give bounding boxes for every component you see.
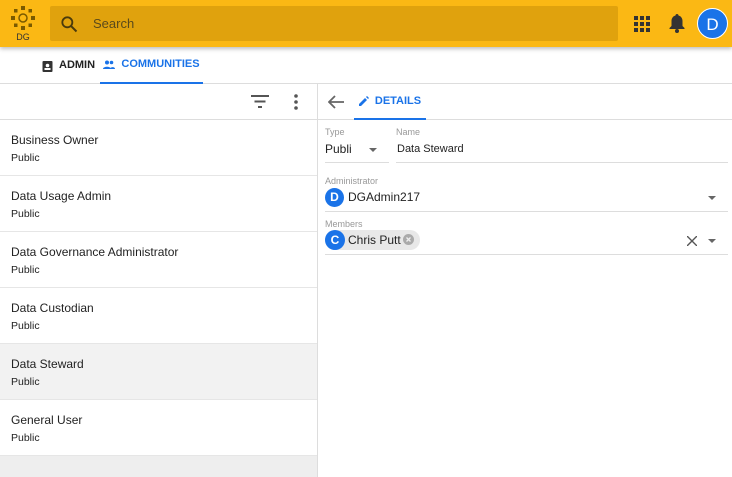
search-input[interactable]: Search <box>50 6 618 41</box>
name-input[interactable]: Data Steward <box>397 143 464 155</box>
chevron-down-icon[interactable] <box>708 196 716 200</box>
remove-chip-icon[interactable] <box>403 234 414 245</box>
item-title: Business Owner <box>11 133 99 147</box>
tab-label: ADMIN <box>59 59 96 71</box>
tab-label: DETAILS <box>374 95 422 107</box>
type-label: Type <box>325 127 345 137</box>
search-icon <box>61 16 78 33</box>
divider <box>325 254 728 255</box>
apps-grid-icon[interactable] <box>633 15 650 32</box>
list-item-selected[interactable]: Data Steward Public <box>0 344 317 400</box>
item-subtitle: Public <box>11 264 40 276</box>
administrator-select[interactable]: DGAdmin217 <box>348 190 420 204</box>
filter-icon[interactable] <box>251 95 269 108</box>
network-icon <box>11 6 35 30</box>
tab-bar: ADMIN COMMUNITIES <box>0 47 732 84</box>
item-subtitle: Public <box>11 208 40 220</box>
item-title: Data Custodian <box>11 301 94 315</box>
list-item[interactable]: Data Governance Administrator Public <box>0 232 317 288</box>
communities-panel: Business Owner Public Data Usage Admin Pub… <box>0 84 318 477</box>
list-toolbar <box>0 84 317 120</box>
badge-icon <box>42 60 53 72</box>
members-label: Members <box>325 219 363 229</box>
item-subtitle: Public <box>11 320 40 332</box>
item-subtitle: Public <box>11 432 40 444</box>
list-item[interactable]: Data Usage Admin Public <box>0 176 317 232</box>
item-title: Data Usage Admin <box>11 189 112 203</box>
more-vert-icon[interactable] <box>294 94 298 110</box>
name-label: Name <box>396 127 421 137</box>
divider <box>325 211 728 212</box>
member-name: Chris Putt <box>348 233 401 247</box>
details-toolbar: DETAILS <box>318 84 732 120</box>
list-item[interactable]: Data Custodian Public <box>0 288 317 344</box>
administrator-label: Administrator <box>325 176 379 186</box>
back-arrow-icon[interactable] <box>328 95 344 109</box>
item-subtitle: Public <box>11 376 40 388</box>
divider <box>396 162 728 163</box>
tab-communities[interactable]: COMMUNITIES <box>100 47 203 84</box>
chevron-down-icon[interactable] <box>708 239 716 243</box>
logo-text: DG <box>16 32 30 42</box>
bell-icon[interactable] <box>668 13 686 33</box>
chevron-down-icon[interactable] <box>369 148 377 152</box>
list-item[interactable]: General User Public <box>0 400 317 456</box>
type-select[interactable]: Publi <box>325 142 353 156</box>
tab-details[interactable]: DETAILS <box>354 84 426 120</box>
member-avatar: C <box>325 230 345 250</box>
dg-logo[interactable]: DG <box>8 5 38 43</box>
divider <box>325 162 389 163</box>
list-item[interactable]: Business Owner Public <box>0 120 317 176</box>
item-title: Data Steward <box>11 357 84 371</box>
item-subtitle: Public <box>11 152 40 164</box>
item-title: General User <box>11 413 83 427</box>
item-title: Data Governance Administrator <box>11 245 179 259</box>
people-icon <box>103 60 116 69</box>
user-avatar[interactable]: D <box>697 8 728 39</box>
member-chip: C Chris Putt <box>325 230 420 250</box>
tab-label: COMMUNITIES <box>121 58 200 70</box>
clear-icon[interactable] <box>687 236 697 246</box>
admin-avatar: D <box>325 188 344 207</box>
details-panel: DETAILS Type Publi Name Data Steward Adm… <box>318 84 732 477</box>
tab-admin[interactable]: ADMIN <box>42 47 95 84</box>
edit-icon <box>358 96 369 106</box>
app-header: DG Search D <box>0 0 732 47</box>
search-placeholder: Search <box>93 16 135 31</box>
